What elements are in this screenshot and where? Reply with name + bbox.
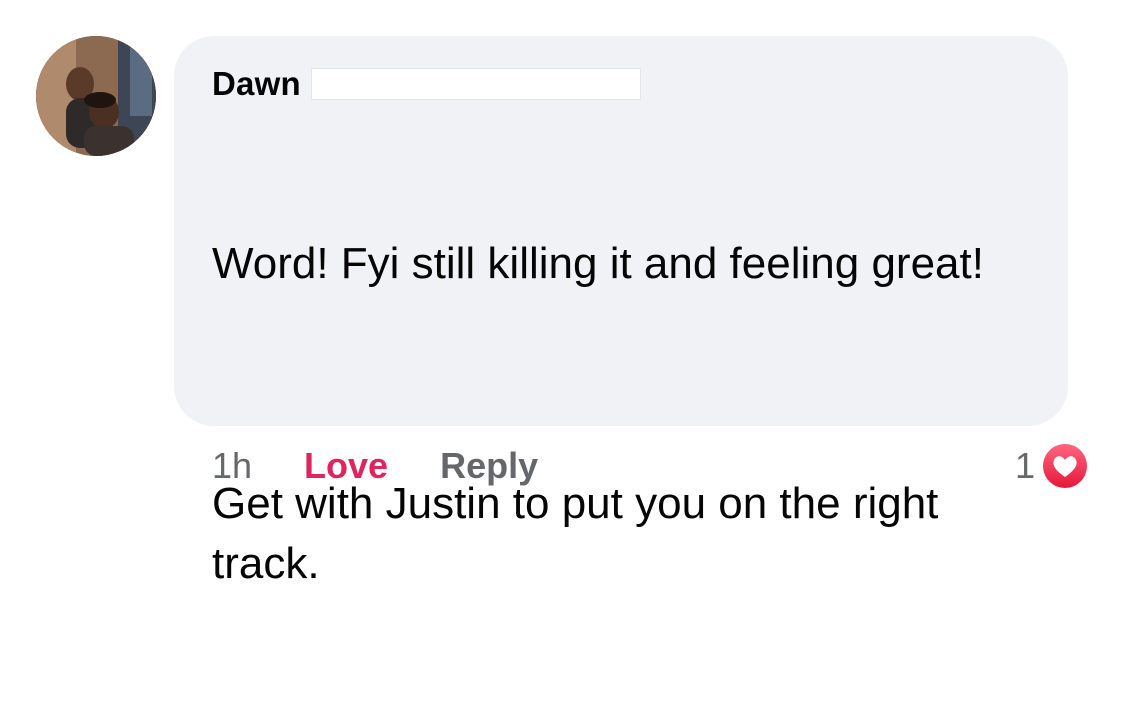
- reaction-count: 1: [1014, 445, 1035, 486]
- comment-paragraph: Word! Fyi still killing it and feeling g…: [212, 239, 984, 288]
- love-button[interactable]: Love: [304, 445, 388, 487]
- avatar-photo: [36, 36, 156, 156]
- name-redaction: [310, 68, 641, 100]
- comment-text: Word! Fyi still killing it and feeling g…: [212, 114, 1052, 714]
- comment-bubble: Dawn Word! Fyi still killing it and feel…: [174, 36, 1068, 588]
- love-reaction-icon: [1041, 442, 1089, 490]
- reaction-summary[interactable]: 1: [1015, 440, 1089, 492]
- comment-timestamp[interactable]: 1h: [212, 445, 252, 487]
- comment-author-name[interactable]: Dawn: [212, 65, 301, 103]
- comment-actions: 1h Love Reply: [212, 440, 538, 492]
- comment-author-row: Dawn: [212, 62, 641, 106]
- comment-paragraph: Get with Justin to put you on the right …: [212, 479, 951, 588]
- avatar[interactable]: [36, 36, 156, 156]
- reply-button[interactable]: Reply: [440, 445, 538, 487]
